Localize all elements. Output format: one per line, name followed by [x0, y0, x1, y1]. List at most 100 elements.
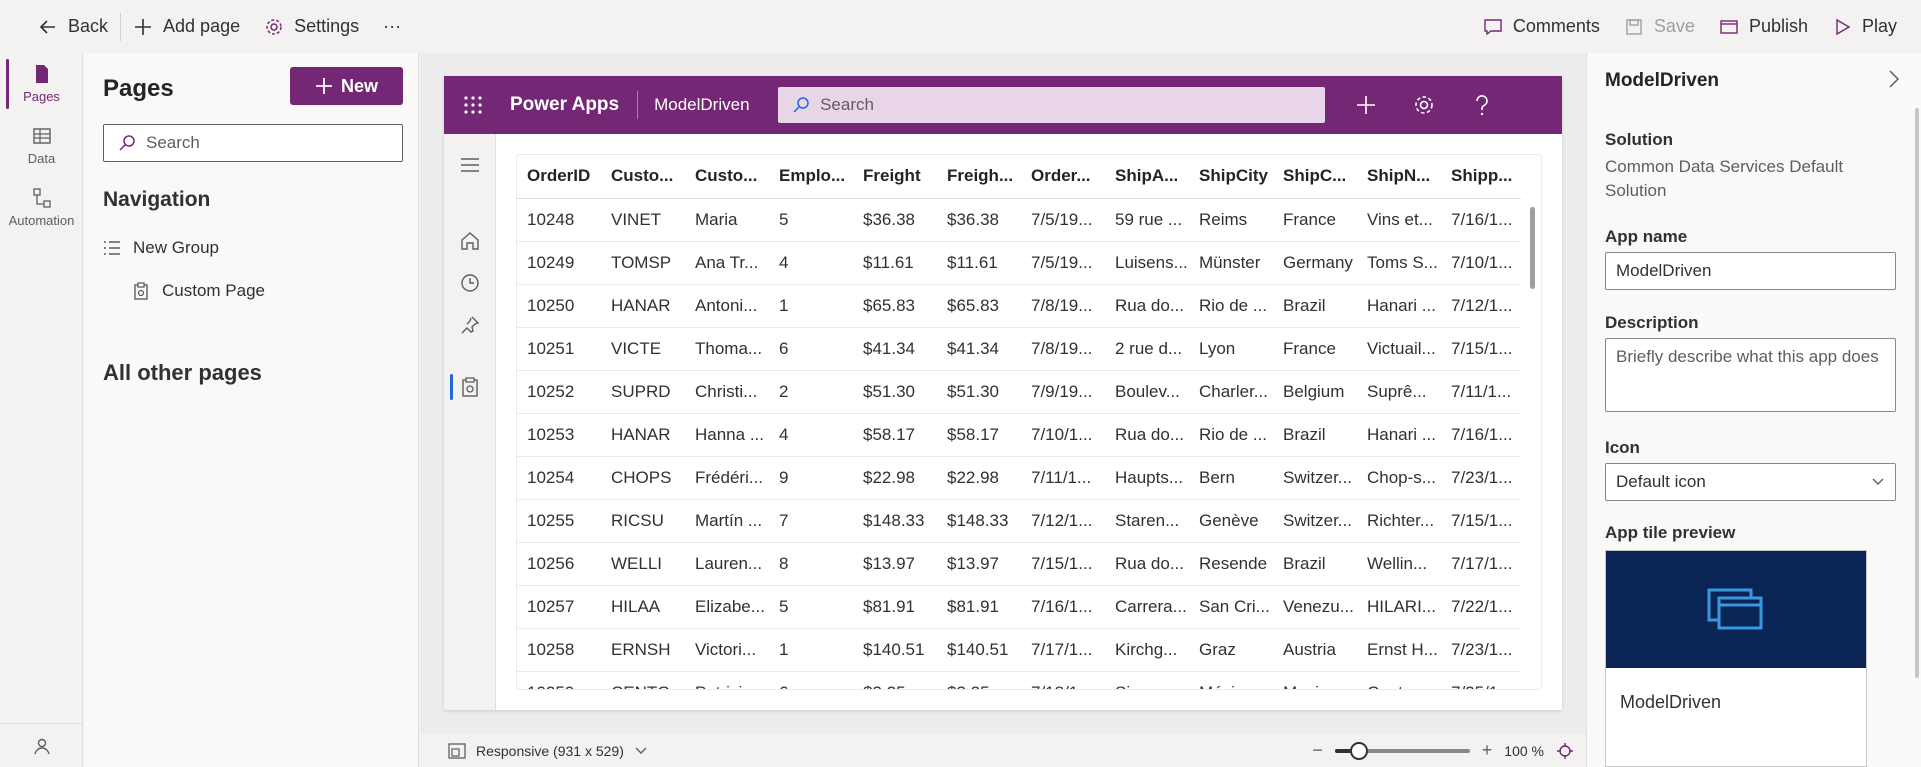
column-header[interactable]: ShipC... [1273, 155, 1357, 199]
column-header[interactable]: ShipCity [1189, 155, 1273, 199]
table-cell: $140.51 [937, 628, 1021, 672]
page-icon [35, 65, 48, 83]
table-cell: 10259 [517, 671, 601, 689]
nav-custom-page-item[interactable]: Custom Page [132, 281, 265, 301]
table-cell: $148.33 [853, 499, 937, 543]
table-cell: $13.97 [937, 542, 1021, 586]
table-row[interactable]: 10251 VICTE Thoma... 6 $41.34 $41.34 7/8/19...… [517, 327, 1521, 371]
add-page-button[interactable]: Add page [121, 0, 252, 53]
waffle-icon[interactable] [444, 76, 502, 134]
table-cell: WELLI [601, 542, 685, 586]
grid-scrollbar[interactable] [1530, 207, 1535, 289]
table-cell: $148.33 [937, 499, 1021, 543]
table-cell: TOMSP [601, 241, 685, 285]
table-row[interactable]: 10250 HANAR Antoni... 1 $65.83 $65.83 7/8/19..… [517, 284, 1521, 328]
table-row[interactable]: 10252 SUPRD Christi... 2 $51.30 $51.30 7/9/19.… [517, 370, 1521, 414]
table-row[interactable]: 10255 RICSU Martín ... 7 $148.33 $148.33 7/12/… [517, 499, 1521, 543]
column-header[interactable]: Emplo... [769, 155, 853, 199]
save-button[interactable]: Save [1612, 0, 1707, 53]
column-header[interactable]: ShipN... [1357, 155, 1441, 199]
comments-button[interactable]: Comments [1471, 0, 1612, 53]
zoom-out-button[interactable]: − [1312, 740, 1323, 761]
table-row[interactable]: 10254 CHOPS Frédéri... 9 $22.98 $22.98 7/11/1.… [517, 456, 1521, 500]
zoom-in-button[interactable]: + [1482, 740, 1493, 761]
save-label: Save [1653, 16, 1695, 36]
column-header[interactable]: OrderID [517, 155, 601, 199]
table-cell: CENTC [601, 671, 685, 689]
table-cell: HILARI... [1357, 585, 1441, 629]
table-cell: Sierras... [1105, 671, 1189, 689]
pages-search-input[interactable]: Search [103, 124, 403, 162]
hamburger-button[interactable] [444, 144, 496, 186]
column-header[interactable]: Custo... [685, 155, 769, 199]
table-cell: Austria [1273, 628, 1357, 672]
table-cell: VICTE [601, 327, 685, 371]
collapse-pane-button[interactable] [1887, 69, 1901, 94]
nav-group-item[interactable]: New Group [103, 238, 219, 258]
table-cell: Richter... [1357, 499, 1441, 543]
table-cell: 2 [769, 370, 853, 414]
pinned-button[interactable] [444, 304, 496, 346]
column-header[interactable]: Custo... [601, 155, 685, 199]
responsive-dropdown[interactable]: Responsive (931 x 529) [420, 743, 648, 759]
column-header[interactable]: Freight [853, 155, 937, 199]
table-row[interactable]: 10253 HANAR Hanna ... 4 $58.17 $58.17 7/10/1..… [517, 413, 1521, 457]
column-header[interactable]: ShipA... [1105, 155, 1189, 199]
back-button[interactable]: Back [26, 0, 120, 53]
rail-item-data[interactable]: Data [0, 125, 83, 166]
description-field[interactable]: Briefly describe what this app does [1605, 338, 1896, 412]
app-name-value: ModelDriven [1616, 261, 1712, 280]
column-header[interactable]: Order... [1021, 155, 1105, 199]
table-row[interactable]: 10248 VINET Maria 5 $36.38 $36.38 7/5/19... 59 … [517, 198, 1521, 242]
table-row[interactable]: 10256 WELLI Lauren... 8 $13.97 $13.97 7/15/1..… [517, 542, 1521, 586]
rail-item-pages[interactable]: Pages [0, 63, 83, 104]
column-header[interactable]: Shipp... [1441, 155, 1521, 199]
column-header[interactable]: Freigh... [937, 155, 1021, 199]
publish-button[interactable]: Publish [1707, 0, 1820, 53]
zoom-slider-thumb[interactable] [1350, 741, 1369, 760]
table-row[interactable]: 10258 ERNSH Victori... 1 $140.51 $140.51 7/17/… [517, 628, 1521, 672]
props-scrollbar[interactable] [1915, 108, 1919, 678]
table-row[interactable]: 10259CENTCPatricio6$3.25$3.257/18/1...Si… [517, 671, 1521, 689]
zoom-slider[interactable] [1334, 741, 1470, 760]
table-cell: CHOPS [601, 456, 685, 500]
plus-icon [135, 18, 152, 35]
table-cell: Hanna ... [685, 413, 769, 457]
table-cell: Hanari ... [1357, 284, 1441, 328]
table-cell: 7/11/1... [1441, 370, 1521, 414]
play-button[interactable]: Play [1820, 0, 1909, 53]
table-cell: Maria [685, 198, 769, 242]
home-button[interactable] [444, 220, 496, 262]
icon-dropdown[interactable]: Default icon [1605, 463, 1896, 501]
home-icon [461, 232, 479, 250]
table-cell: Lyon [1189, 327, 1273, 371]
gear-icon [266, 18, 282, 35]
pages-title: Pages [103, 75, 174, 102]
settings-button[interactable]: Settings [252, 0, 371, 53]
custom-page-nav-button[interactable] [444, 366, 496, 408]
app-settings-button[interactable] [1395, 76, 1453, 134]
tile-preview-label: App tile preview [1605, 523, 1736, 542]
app-name-field[interactable]: ModelDriven [1605, 252, 1896, 290]
new-page-button[interactable]: New [290, 67, 403, 105]
copilot-button[interactable] [0, 723, 83, 767]
table-cell: 5 [769, 585, 853, 629]
fit-to-screen-icon[interactable] [1556, 742, 1574, 760]
table-cell: 7 [769, 499, 853, 543]
app-search-input[interactable]: Search [778, 87, 1326, 123]
table-cell: Switzer... [1273, 499, 1357, 543]
table-row[interactable]: 10249 TOMSP Ana Tr... 4 $11.61 $11.61 7/5/19..… [517, 241, 1521, 285]
table-cell: $13.97 [853, 542, 937, 586]
recent-button[interactable] [444, 262, 496, 304]
table-row[interactable]: 10257 HILAA Elizabe... 5 $81.91 $81.91 7/16/1.… [517, 585, 1521, 629]
rail-item-automation[interactable]: Automation [0, 187, 83, 228]
add-button[interactable] [1337, 76, 1395, 134]
table-cell: Graz [1189, 628, 1273, 672]
help-button[interactable] [1453, 76, 1511, 134]
table-body: 10248 VINET Maria 5 $36.38 $36.38 7/5/19... 59 … [517, 198, 1521, 689]
comments-label: Comments [1512, 16, 1600, 36]
table-cell: SUPRD [601, 370, 685, 414]
table-cell: 8 [769, 542, 853, 586]
more-button[interactable]: ··· [371, 0, 413, 53]
chevron-down-icon [1872, 478, 1884, 485]
